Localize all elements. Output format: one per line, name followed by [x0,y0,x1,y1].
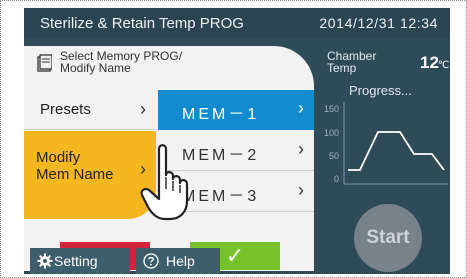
chevron-right-icon: › [298,98,304,118]
presets-option[interactable]: Presets › [24,90,156,130]
title-bar: Sterilize & Retain Temp PROG 2014/12/31 … [24,8,450,38]
modify-mem-name-option[interactable]: Modify Mem Name › [24,131,156,219]
bottom-toolbar: Setting Help [24,248,314,274]
screen-title: Sterilize & Retain Temp PROG [40,15,244,32]
axis-tick-100: 100 [324,128,339,138]
temperature-profile-line [348,131,445,171]
axis-tick-50: 50 [329,151,339,161]
modify-label-line-2: Mem Name [36,166,114,183]
chamber-temp-value: 12 [420,53,439,72]
setting-button[interactable]: Setting [30,248,130,274]
pointing-hand-icon [140,144,189,221]
chevron-right-icon: › [298,139,304,159]
datetime-display: 2014/12/31 12:34 [319,15,438,31]
subtitle-line-2: Modify Name [60,61,131,75]
chamber-temp-unit: ℃ [438,60,450,71]
progress-label: Progress... [349,83,412,98]
modify-label-line-1: Modify [36,149,81,166]
memory-card-icon [37,54,52,72]
start-button[interactable]: Start [354,204,422,272]
menu-subtitle: Select Memory PROG/ Modify Name [60,50,182,74]
gear-icon [37,253,53,269]
chevron-right-icon: › [298,180,304,200]
chevron-right-icon: › [140,99,146,119]
progress-graph: 150 100 50 0 [324,102,448,185]
help-label: Help [166,253,195,269]
memory-item-1[interactable]: MEM－1 › [158,90,314,130]
setting-label: Setting [54,253,98,269]
help-button[interactable]: Help [136,248,220,274]
presets-label: Presets [40,101,91,118]
axis-tick-150: 150 [324,104,339,114]
memory-label-1: MEM－1 [182,106,260,123]
axis-tick-0: 0 [334,174,339,184]
chamber-label-line-2: Temp [327,61,357,75]
help-circle-icon [143,253,159,269]
control-panel-screen: Sterilize & Retain Temp PROG 2014/12/31 … [24,8,450,274]
chamber-temp-label: Chamber Temp [327,50,376,74]
